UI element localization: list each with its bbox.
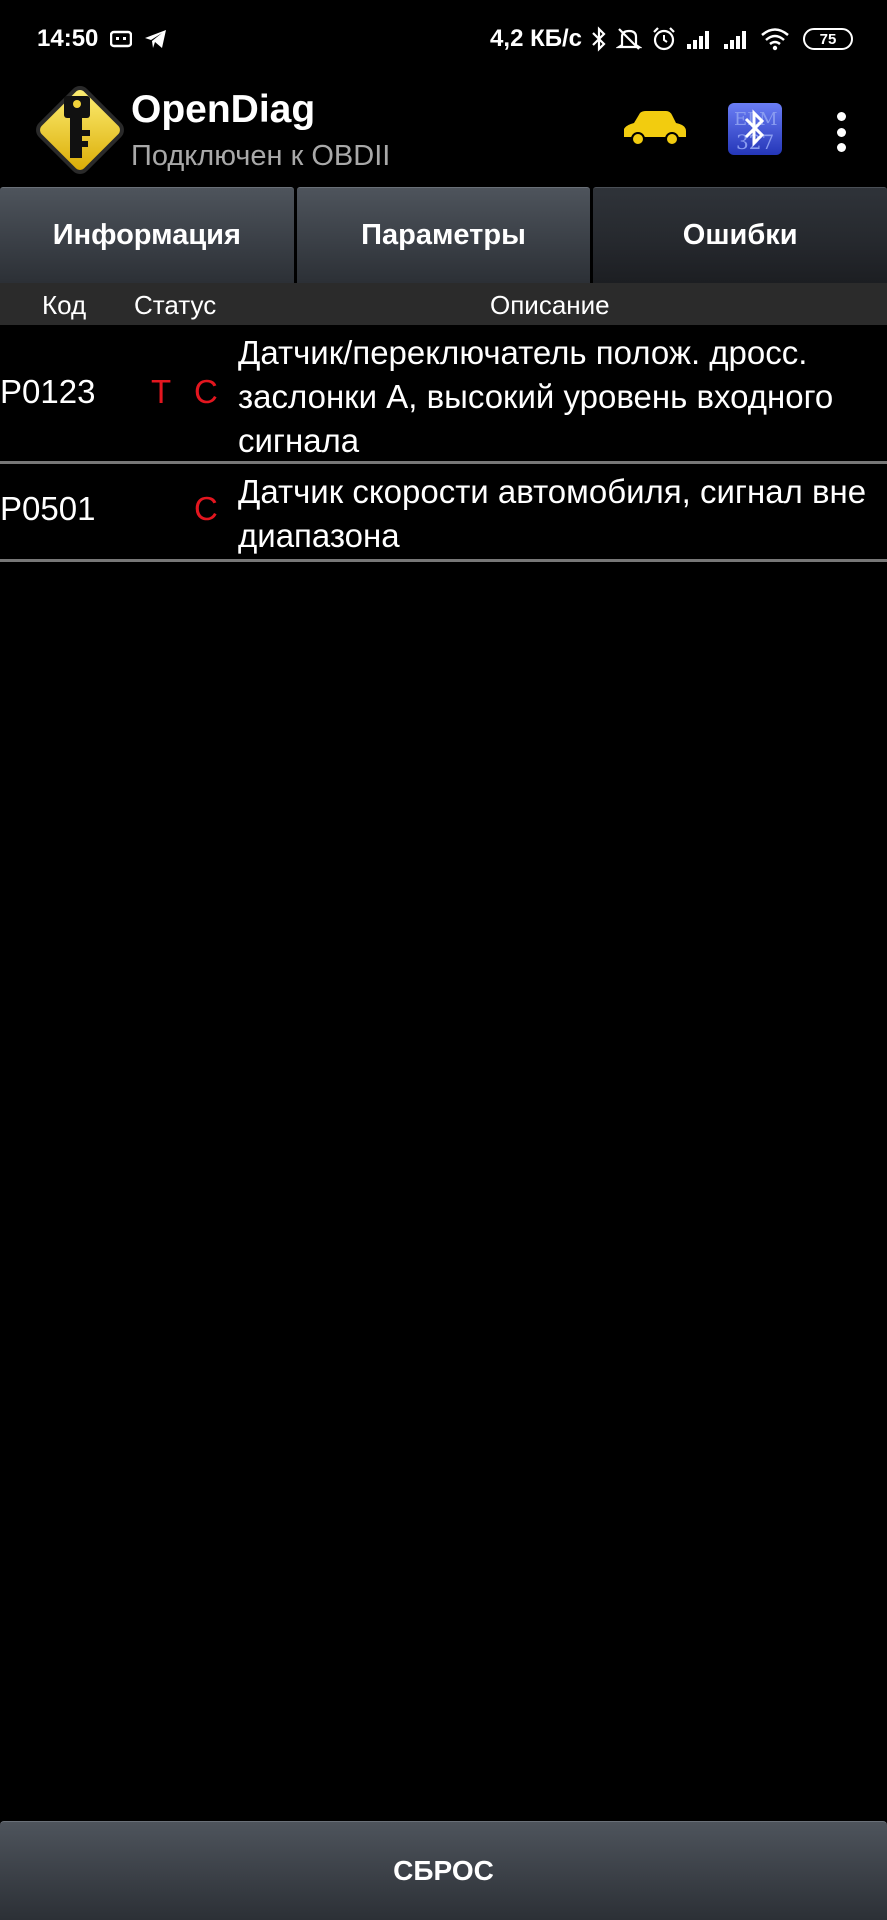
column-code: Код <box>42 290 87 320</box>
status-flag-c: С <box>194 373 218 410</box>
table-row[interactable]: P0123 Т С Датчик/переключатель полож. др… <box>0 325 887 464</box>
error-list: P0123 Т С Датчик/переключатель полож. др… <box>0 325 887 562</box>
column-status: Статус <box>134 290 217 320</box>
telegram-icon <box>144 28 168 50</box>
bluetooth-adapter-icon[interactable]: ELM 327 <box>726 101 784 157</box>
tab-errors[interactable]: Ошибки <box>593 187 887 283</box>
column-description: Описание <box>490 290 610 320</box>
network-speed: 4,2 КБ/с <box>490 25 582 52</box>
signal-icon <box>723 28 751 50</box>
error-description: Датчик/переключатель полож. дросс. засло… <box>238 334 834 459</box>
alarm-icon <box>651 26 677 52</box>
reset-button[interactable]: СБРОС <box>0 1821 887 1920</box>
mute-icon <box>616 26 642 52</box>
status-bar: 14:50 4,2 КБ/с 75 <box>0 0 887 78</box>
app-logo-icon <box>30 78 130 182</box>
error-description: Датчик скорости автомобиля, сигнал вне д… <box>238 473 867 554</box>
screen-record-icon <box>110 30 133 48</box>
status-flag-c: С <box>194 490 218 527</box>
wifi-icon <box>760 27 790 51</box>
app-bar: OpenDiag Подключен к OBDII ELM 327 <box>0 78 887 188</box>
bluetooth-icon <box>591 26 607 52</box>
clock: 14:50 <box>37 25 99 52</box>
signal-icon <box>686 28 714 50</box>
overflow-menu-icon[interactable] <box>829 112 853 152</box>
car-icon[interactable] <box>620 103 690 153</box>
error-code: P0501 <box>0 490 96 527</box>
tab-info[interactable]: Информация <box>0 187 294 283</box>
error-code: P0123 <box>0 373 96 410</box>
table-header: Код Статус Описание <box>0 283 887 325</box>
table-row[interactable]: P0501 С Датчик скорости автомобиля, сигн… <box>0 464 887 562</box>
tab-parameters[interactable]: Параметры <box>296 187 591 283</box>
connection-status: Подключен к OBDII <box>131 140 391 172</box>
battery-indicator: 75 <box>803 28 853 50</box>
status-flag-t: Т <box>151 373 172 410</box>
app-title: OpenDiag <box>131 88 316 131</box>
tab-bar: Информация Параметры Ошибки <box>0 187 887 283</box>
